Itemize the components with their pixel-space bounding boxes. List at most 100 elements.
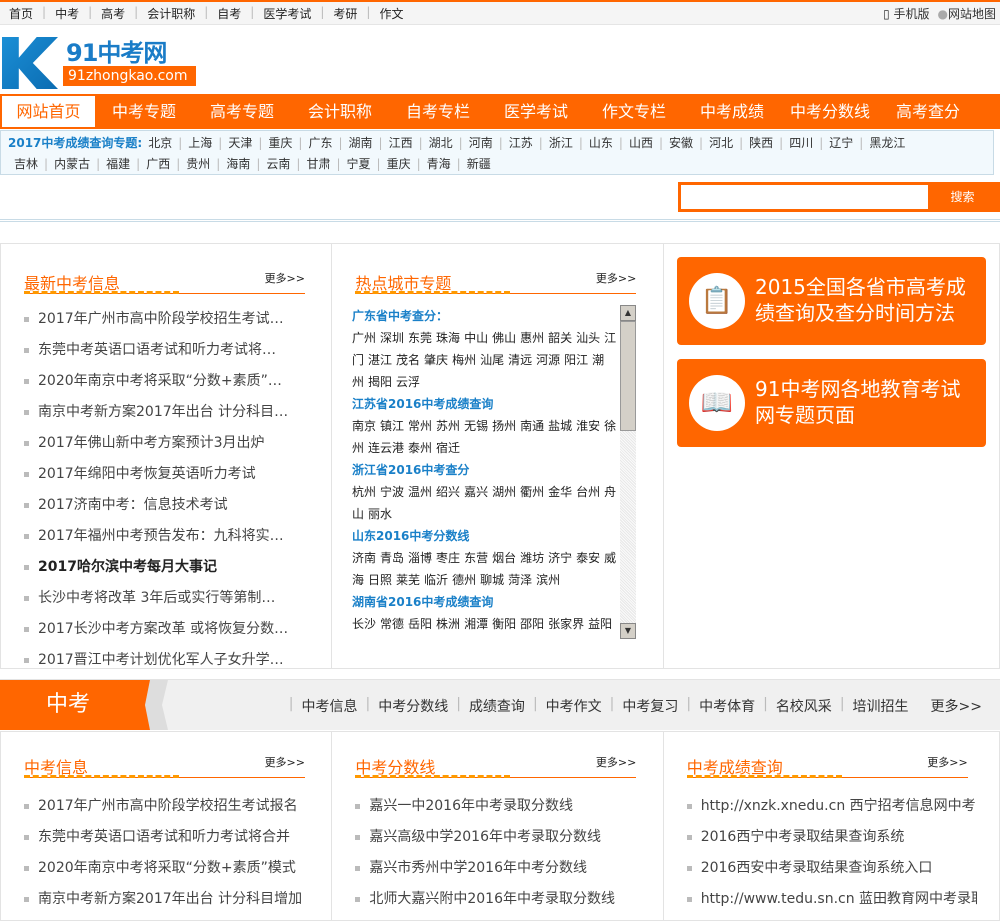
panel-more-link[interactable]: 更多>> bbox=[596, 754, 636, 770]
city-link[interactable]: 湛江 bbox=[368, 353, 392, 367]
province-link[interactable]: 北京 bbox=[142, 136, 178, 150]
city-link[interactable]: 株洲 bbox=[436, 617, 460, 631]
nav-item[interactable]: 中考分数线 bbox=[781, 94, 879, 129]
nav-item[interactable]: 高考查分 bbox=[879, 94, 977, 129]
province-heading[interactable]: 山东2016中考分数线 bbox=[352, 525, 618, 547]
province-link[interactable]: 福建 bbox=[100, 157, 136, 171]
province-link[interactable]: 吉林 bbox=[8, 157, 44, 171]
city-link[interactable]: 长沙 bbox=[352, 617, 376, 631]
news-item[interactable]: 2017长沙中考方案改革 或将恢复分数… bbox=[24, 619, 314, 650]
province-link[interactable]: 山东 bbox=[583, 136, 619, 150]
city-link[interactable]: 烟台 bbox=[492, 551, 516, 565]
city-link[interactable]: 嘉兴 bbox=[464, 485, 488, 499]
latest-more-link[interactable]: 更多>> bbox=[265, 270, 305, 286]
section-link[interactable]: 名校风采 bbox=[768, 696, 840, 716]
news-item[interactable]: 南京中考新方案2017年出台 计分科目增加 bbox=[24, 889, 314, 920]
province-link[interactable]: 陕西 bbox=[743, 136, 779, 150]
city-link[interactable]: 张家界 bbox=[548, 617, 584, 631]
nav-item[interactable]: 作文专栏 bbox=[585, 94, 683, 129]
city-link[interactable]: 潍坊 bbox=[520, 551, 544, 565]
city-link[interactable]: 台州 bbox=[576, 485, 600, 499]
news-item[interactable]: 东莞中考英语口语考试和听力考试将… bbox=[24, 340, 314, 371]
news-item[interactable]: 2016西宁中考录取结果查询系统 bbox=[686, 827, 977, 858]
province-link[interactable]: 天津 bbox=[222, 136, 258, 150]
hot-cities-scroll[interactable]: 广东省中考查分： 广州 深圳 东莞 珠海 中山 佛山 惠州 韶关 汕头 江门 湛江 茂名 肇庆 梅州 汕尾 清远… bbox=[352, 305, 636, 639]
news-item[interactable]: http://www.tedu.sn.cn 蓝田教育网中考录取 bbox=[686, 889, 977, 920]
top-link[interactable]: 会计职称 bbox=[138, 5, 204, 22]
section-link[interactable]: 中考分数线 bbox=[370, 696, 456, 716]
city-link[interactable]: 金华 bbox=[548, 485, 572, 499]
city-link[interactable]: 中山 bbox=[464, 331, 488, 345]
search-button[interactable]: 搜索 bbox=[928, 185, 997, 209]
section-link[interactable]: 成绩查询 bbox=[461, 696, 533, 716]
province-link[interactable]: 山西 bbox=[623, 136, 659, 150]
nav-item[interactable]: 中考专题 bbox=[95, 94, 193, 129]
scroll-thumb[interactable] bbox=[620, 321, 636, 431]
province-link[interactable]: 黑龙江 bbox=[863, 136, 911, 150]
nav-item[interactable]: 网站首页 bbox=[2, 96, 95, 127]
city-link[interactable]: 衢州 bbox=[520, 485, 544, 499]
city-link[interactable]: 泰安 bbox=[576, 551, 600, 565]
top-link[interactable]: 中考 bbox=[46, 5, 88, 22]
city-link[interactable]: 济宁 bbox=[548, 551, 572, 565]
news-item[interactable]: 2017哈尔滨中考每月大事记 bbox=[24, 557, 314, 588]
city-link[interactable]: 梅州 bbox=[452, 353, 476, 367]
section-more-link[interactable]: 更多>> bbox=[923, 696, 990, 716]
panel-more-link[interactable]: 更多>> bbox=[927, 754, 967, 770]
province-heading[interactable]: 广东省中考查分： bbox=[352, 305, 618, 327]
section-link[interactable]: 中考体育 bbox=[691, 696, 763, 716]
city-link[interactable]: 茂名 bbox=[396, 353, 420, 367]
city-link[interactable]: 湖州 bbox=[492, 485, 516, 499]
news-item[interactable]: 2017济南中考：信息技术考试 bbox=[24, 495, 314, 526]
province-link[interactable]: 湖北 bbox=[423, 136, 459, 150]
city-link[interactable]: 湘潭 bbox=[464, 617, 488, 631]
section-link[interactable]: 中考信息 bbox=[294, 696, 366, 716]
province-link[interactable]: 上海 bbox=[182, 136, 218, 150]
city-link[interactable]: 苏州 bbox=[436, 419, 460, 433]
hot-more-link[interactable]: 更多>> bbox=[596, 270, 636, 286]
scrollbar[interactable]: ▲ ▼ bbox=[620, 305, 636, 639]
province-link[interactable]: 浙江 bbox=[543, 136, 579, 150]
province-link[interactable]: 广东 bbox=[302, 136, 338, 150]
nav-item[interactable]: 会计职称 bbox=[291, 94, 389, 129]
city-link[interactable]: 绍兴 bbox=[436, 485, 460, 499]
city-link[interactable]: 佛山 bbox=[492, 331, 516, 345]
scroll-up-icon[interactable]: ▲ bbox=[620, 305, 636, 321]
province-link[interactable]: 安徽 bbox=[663, 136, 699, 150]
province-heading[interactable]: 湖南省2016中考成绩查询 bbox=[352, 591, 618, 613]
news-item[interactable]: 2020年南京中考将采取“分数+素质”模式 bbox=[24, 858, 314, 889]
section-link[interactable]: 中考复习 bbox=[614, 696, 686, 716]
province-link[interactable]: 重庆 bbox=[262, 136, 298, 150]
news-item[interactable]: 2016西安中考录取结果查询系统入口 bbox=[686, 858, 977, 889]
city-link[interactable]: 莱芜 bbox=[396, 573, 420, 587]
search-input[interactable] bbox=[681, 185, 928, 209]
city-link[interactable]: 常州 bbox=[408, 419, 432, 433]
city-link[interactable]: 汕头 bbox=[576, 331, 600, 345]
news-item[interactable]: 2017年福州中考预告发布：九科将实… bbox=[24, 526, 314, 557]
province-link[interactable]: 海南 bbox=[220, 157, 256, 171]
site-logo[interactable]: 91中考网 91zhongkao.com bbox=[2, 33, 197, 91]
city-link[interactable]: 菏泽 bbox=[508, 573, 532, 587]
city-link[interactable]: 聊城 bbox=[480, 573, 504, 587]
city-link[interactable]: 邵阳 bbox=[520, 617, 544, 631]
news-item[interactable]: 2017年佛山新中考方案预计3月出炉 bbox=[24, 433, 314, 464]
province-heading[interactable]: 浙江省2016中考查分 bbox=[352, 459, 618, 481]
city-link[interactable]: 临沂 bbox=[424, 573, 448, 587]
city-link[interactable]: 德州 bbox=[452, 573, 476, 587]
nav-item[interactable]: 中考成绩 bbox=[683, 94, 781, 129]
city-link[interactable]: 丽水 bbox=[368, 507, 392, 521]
city-link[interactable]: 青岛 bbox=[380, 551, 404, 565]
nav-item[interactable]: 医学考试 bbox=[487, 94, 585, 129]
province-link[interactable]: 江西 bbox=[383, 136, 419, 150]
news-item[interactable]: 嘉兴市秀州中学2016年中考分数线 bbox=[355, 858, 645, 889]
sitemap-link[interactable]: ●网站地图 bbox=[938, 5, 997, 22]
city-link[interactable]: 汕尾 bbox=[480, 353, 504, 367]
city-link[interactable]: 广州 bbox=[352, 331, 376, 345]
city-link[interactable]: 南通 bbox=[520, 419, 544, 433]
news-item[interactable]: 北师大嘉兴附中2016年中考录取分数线 bbox=[355, 889, 645, 920]
top-link[interactable]: 高考 bbox=[92, 5, 134, 22]
city-link[interactable]: 滨州 bbox=[536, 573, 560, 587]
city-link[interactable]: 阳江 bbox=[564, 353, 588, 367]
province-link[interactable]: 甘肃 bbox=[300, 157, 336, 171]
city-link[interactable]: 惠州 bbox=[520, 331, 544, 345]
